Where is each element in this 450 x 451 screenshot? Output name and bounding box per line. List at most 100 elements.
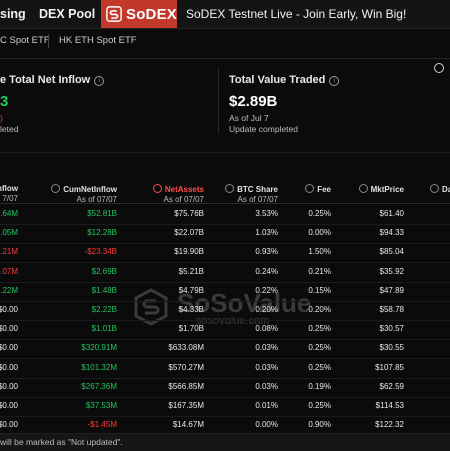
btc-share-cell: 1.03% — [255, 228, 278, 238]
daily-inflow-cell: $0.00 — [0, 420, 18, 430]
cum-net-inflow-cell: $1.01B — [91, 324, 117, 334]
promo-banner[interactable]: SoDEX Testnet Live - Join Early, Win Big… — [186, 7, 406, 21]
mkt-price-cell: $107.85 — [375, 362, 404, 372]
btc-share-cell: 0.01% — [255, 401, 278, 410]
cum-net-inflow-cell: $52.81B — [87, 209, 117, 218]
info-icon — [152, 184, 162, 193]
card-value: $2.89B — [229, 93, 278, 110]
tab-btc-spot-etf[interactable]: C Spot ETF — [0, 35, 50, 46]
info-icon — [51, 184, 61, 193]
card-value: 3 — [0, 93, 9, 110]
net-assets-cell: $22.07B — [174, 228, 204, 238]
col-header-mkt-price[interactable]: MktPrice — [358, 184, 404, 194]
card-status: leted — [0, 124, 19, 134]
col-header-cum-net-inflow[interactable]: CumNetInflow As of 07/07 — [51, 184, 117, 204]
table-row[interactable]: 4.64M $52.81B $75.76B 3.53% 0.25% $61.40 — [0, 204, 450, 225]
card-title: e Total Net Inflow — [0, 74, 91, 86]
btc-share-cell: 0.24% — [255, 266, 278, 276]
info-icon[interactable]: i — [94, 76, 105, 86]
daily-inflow-cell: $0.00 — [0, 324, 18, 334]
card-title: Total Value Traded — [229, 74, 326, 86]
cum-net-inflow-cell: $267.36M — [81, 381, 117, 391]
col-header-daily-inflow[interactable]: nflow7/07 — [0, 184, 18, 203]
fee-cell: 0.21% — [308, 266, 331, 276]
divider — [0, 58, 450, 59]
fee-cell: 0.25% — [308, 401, 331, 410]
card-subtext: ) — [0, 113, 3, 123]
btc-share-cell: 0.08% — [255, 324, 278, 334]
info-icon — [430, 184, 439, 193]
col-header-btc-share[interactable]: BTC Share As of 07/07 — [225, 184, 278, 204]
net-assets-cell: $167.35M — [168, 401, 204, 410]
col-header-fee[interactable]: Fee — [305, 184, 331, 194]
mkt-price-cell: $30.57 — [379, 324, 404, 334]
clock-icon[interactable] — [434, 63, 444, 73]
net-assets-cell: $14.67M — [172, 420, 204, 430]
btc-share-cell: 0.22% — [255, 285, 278, 295]
fee-cell: 0.90% — [308, 420, 331, 430]
net-assets-cell: $1.70B — [178, 324, 204, 334]
sodex-logo-icon — [106, 6, 122, 22]
mkt-price-cell: $61.40 — [379, 209, 404, 218]
fee-cell: 0.25% — [308, 362, 331, 372]
col-header-daily[interactable]: Da — [430, 184, 450, 194]
table-row[interactable]: $0.00 $101.32M $570.27M 0.03% 0.25% $107.85 — [0, 358, 450, 379]
mkt-price-cell: $94.33 — [379, 228, 404, 238]
btc-share-cell: 0.00% — [255, 420, 278, 430]
table-row[interactable]: 6.05M $12.28B $22.07B 1.03% 0.00% $94.33 — [0, 223, 450, 245]
net-assets-cell: $633.08M — [168, 343, 204, 353]
net-assets-cell: $5.21B — [178, 266, 204, 276]
cum-net-inflow-cell: $1.48B — [91, 285, 117, 295]
net-assets-cell: $566.85M — [168, 381, 204, 391]
info-icon — [358, 184, 368, 193]
table-row[interactable]: $0.00 $2.22B $4.33B 0.20% 0.20% $58.78 — [0, 300, 450, 321]
cum-net-inflow-cell: $2.22B — [91, 305, 117, 314]
fee-cell: 0.25% — [308, 343, 331, 353]
card-status: Update completed — [229, 124, 298, 134]
net-assets-cell: $4.33B — [178, 305, 204, 314]
fee-cell: 1.50% — [308, 247, 331, 257]
table-row[interactable]: $0.00 $267.36M $566.85M 0.03% 0.19% $62.59 — [0, 377, 450, 398]
fee-cell: 0.20% — [308, 305, 331, 314]
top-nav-bar: sing DEX Pool SoDEX SoDEX Testnet Live -… — [0, 0, 450, 29]
table-row[interactable]: $0.00 $1.01B $1.70B 0.08% 0.25% $30.57 — [0, 319, 450, 341]
daily-inflow-cell: $0.00 — [0, 401, 18, 410]
mkt-price-cell: $62.59 — [379, 381, 404, 391]
tab-hk-eth-spot-etf[interactable]: HK ETH Spot ETF — [59, 35, 137, 46]
btc-share-cell: 0.03% — [255, 362, 278, 372]
daily-inflow-cell: $0.00 — [0, 362, 18, 372]
cum-net-inflow-cell: $37.53M — [85, 401, 117, 410]
nav-item-dex-pool[interactable]: DEX Pool — [39, 7, 95, 21]
mkt-price-cell: $47.89 — [379, 285, 404, 295]
table-row[interactable]: $0.00 $37.53M $167.35M 0.01% 0.25% $114.53 — [0, 396, 450, 417]
table-row[interactable]: 6.22M $1.48B $4.79B 0.22% 0.15% $47.89 — [0, 281, 450, 302]
etf-tabs: C Spot ETF HK ETH Spot ETF — [0, 28, 450, 73]
fee-cell: 0.15% — [308, 285, 331, 295]
cum-net-inflow-cell: $320.91M — [81, 343, 117, 353]
mkt-price-cell: $85.04 — [379, 247, 404, 257]
cum-net-inflow-cell: -$23.34B — [84, 247, 117, 257]
info-icon — [225, 184, 235, 193]
table-row[interactable]: 0.07M $2.69B $5.21B 0.24% 0.21% $35.92 — [0, 262, 450, 283]
nav-item-partial[interactable]: sing — [0, 7, 26, 21]
daily-inflow-cell: 0.21M — [0, 247, 18, 257]
net-assets-cell: $75.76B — [174, 209, 204, 218]
sodex-brand[interactable]: SoDEX — [101, 0, 177, 28]
mkt-price-cell: $30.55 — [379, 343, 404, 353]
divider — [0, 152, 450, 153]
fee-cell: 0.00% — [308, 228, 331, 238]
info-icon — [305, 184, 315, 193]
net-assets-cell: $570.27M — [168, 362, 204, 372]
mkt-price-cell: $114.53 — [375, 401, 404, 410]
table-row[interactable]: 0.21M -$23.34B $19.90B 0.93% 1.50% $85.04 — [0, 242, 450, 264]
mkt-price-cell: $35.92 — [379, 266, 404, 276]
footer-text: will be marked as "Not updated". — [0, 437, 123, 447]
col-header-net-assets[interactable]: NetAssets As of 07/07 — [152, 184, 204, 204]
daily-inflow-cell: $0.00 — [0, 381, 18, 391]
daily-inflow-cell: 6.05M — [0, 228, 18, 238]
net-assets-cell: $4.79B — [178, 285, 204, 295]
info-icon[interactable]: i — [329, 76, 340, 86]
table-row[interactable]: $0.00 $320.91M $633.08M 0.03% 0.25% $30.55 — [0, 338, 450, 360]
net-assets-cell: $19.90B — [174, 247, 204, 257]
card-divider — [218, 68, 219, 134]
